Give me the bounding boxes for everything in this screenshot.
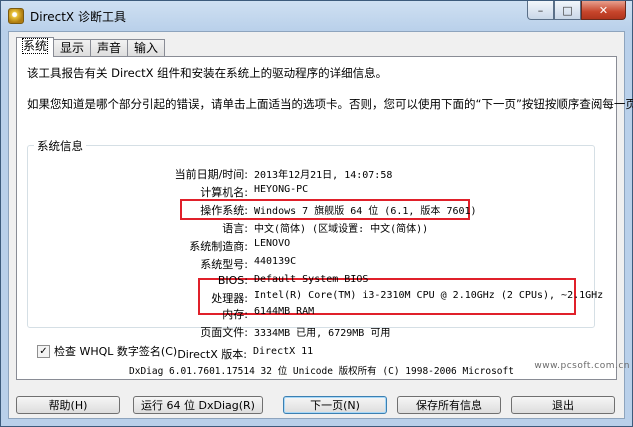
version-copyright-text: DxDiag 6.01.7601.17514 32 位 Unicode 版权所有…	[129, 366, 514, 377]
info-value: 6144MB RAM	[254, 306, 315, 317]
dxdiag-window: DirectX 诊断工具 – □ ✕ 系统 显示 声音 输入 该工具报告有关 D…	[0, 0, 633, 427]
info-label: 处理器:	[211, 292, 248, 305]
info-row-language: 语言: 中文(简体) (区域设置: 中文(简体))	[28, 220, 588, 236]
info-label: 内存:	[222, 308, 248, 321]
system-tab-panel: 该工具报告有关 DirectX 组件和安装在系统上的驱动程序的详细信息。 如果您…	[16, 56, 633, 380]
tab-system-label: 系统	[21, 38, 49, 54]
info-row-datetime: 当前日期/时间: 2013年12月21日, 14:07:58	[28, 166, 588, 182]
minimize-button[interactable]: –	[527, 1, 554, 20]
help-button[interactable]: 帮助(H)	[16, 396, 120, 414]
tab-display[interactable]: 显示	[53, 39, 92, 56]
info-row-os: 操作系统: Windows 7 旗舰版 64 位 (6.1, 版本 7601)	[28, 202, 588, 218]
tab-system[interactable]: 系统	[16, 37, 55, 57]
whql-checkbox-label: 检查 WHQL 数字签名(C)	[54, 345, 178, 358]
exit-button[interactable]: 退出	[511, 396, 615, 414]
tab-input-label: 输入	[134, 41, 159, 55]
close-button[interactable]: ✕	[581, 1, 626, 20]
window-title: DirectX 诊断工具	[30, 9, 126, 24]
info-label: 页面文件:	[200, 326, 248, 339]
info-row-computer-name: 计算机名: HEYONG-PC	[28, 184, 588, 200]
tab-sound[interactable]: 声音	[90, 39, 129, 56]
window-controls: – □ ✕	[527, 1, 626, 20]
whql-checkbox-row[interactable]: ✓ 检查 WHQL 数字签名(C)	[37, 343, 177, 359]
info-row-processor: 处理器: Intel(R) Core(TM) i3-2310M CPU @ 2.…	[28, 290, 603, 306]
info-value: 中文(简体) (区域设置: 中文(简体))	[254, 224, 429, 235]
info-label: 系统制造商:	[189, 240, 248, 253]
info-row-model: 系统型号: 440139C	[28, 256, 588, 272]
tab-display-label: 显示	[60, 41, 85, 55]
maximize-button[interactable]: □	[554, 1, 581, 20]
tab-strip: 系统 显示 声音 输入	[16, 37, 166, 57]
info-label: 语言:	[222, 222, 248, 235]
tab-input[interactable]: 输入	[127, 39, 166, 56]
info-value: Windows 7 旗舰版 64 位 (6.1, 版本 7601)	[254, 206, 477, 217]
info-value: Intel(R) Core(TM) i3-2310M CPU @ 2.10GHz…	[254, 290, 604, 301]
tab-sound-label: 声音	[97, 41, 122, 55]
info-value: LENOVO	[254, 238, 291, 249]
system-info-group: 系统信息 当前日期/时间: 2013年12月21日, 14:07:58 计算机名…	[27, 138, 603, 339]
info-label: DirectX 版本:	[177, 348, 247, 361]
save-all-info-button[interactable]: 保存所有信息	[397, 396, 501, 414]
info-value: 2013年12月21日, 14:07:58	[254, 170, 393, 181]
intro-text-1: 该工具报告有关 DirectX 组件和安装在系统上的驱动程序的详细信息。	[27, 66, 388, 80]
info-row-bios: BIOS: Default System BIOS	[28, 274, 588, 290]
directx-app-icon	[8, 8, 24, 24]
info-label: 系统型号:	[200, 258, 248, 271]
info-label: 计算机名:	[200, 186, 248, 199]
info-value: 3334MB 已用, 6729MB 可用	[254, 328, 391, 339]
run-64bit-dxdiag-button[interactable]: 运行 64 位 DxDiag(R)	[133, 396, 263, 414]
title-bar[interactable]: DirectX 诊断工具 – □ ✕	[1, 1, 632, 31]
client-area: 系统 显示 声音 输入 该工具报告有关 DirectX 组件和安装在系统上的驱动…	[8, 31, 633, 419]
info-value: 440139C	[254, 256, 297, 267]
info-label: 操作系统:	[200, 204, 248, 217]
info-row-manufacturer: 系统制造商: LENOVO	[28, 238, 588, 254]
info-value: HEYONG-PC	[254, 184, 309, 195]
info-row-pagefile: 页面文件: 3334MB 已用, 6729MB 可用	[28, 324, 588, 340]
watermark: www.pcsoft.com.cn	[534, 361, 630, 371]
info-row-memory: 内存: 6144MB RAM	[28, 306, 588, 322]
next-page-button[interactable]: 下一页(N)	[283, 396, 387, 414]
info-label: BIOS:	[217, 274, 248, 287]
system-info-group-title: 系统信息	[34, 138, 86, 154]
info-value: Default System BIOS	[254, 274, 369, 285]
info-value: DirectX 11	[253, 346, 314, 357]
info-label: 当前日期/时间:	[174, 168, 248, 181]
whql-checkbox[interactable]: ✓	[37, 344, 50, 358]
intro-text-2: 如果您知道是哪个部分引起的错误，请单击上面适当的选项卡。否则，您可以使用下面的“…	[27, 97, 633, 111]
